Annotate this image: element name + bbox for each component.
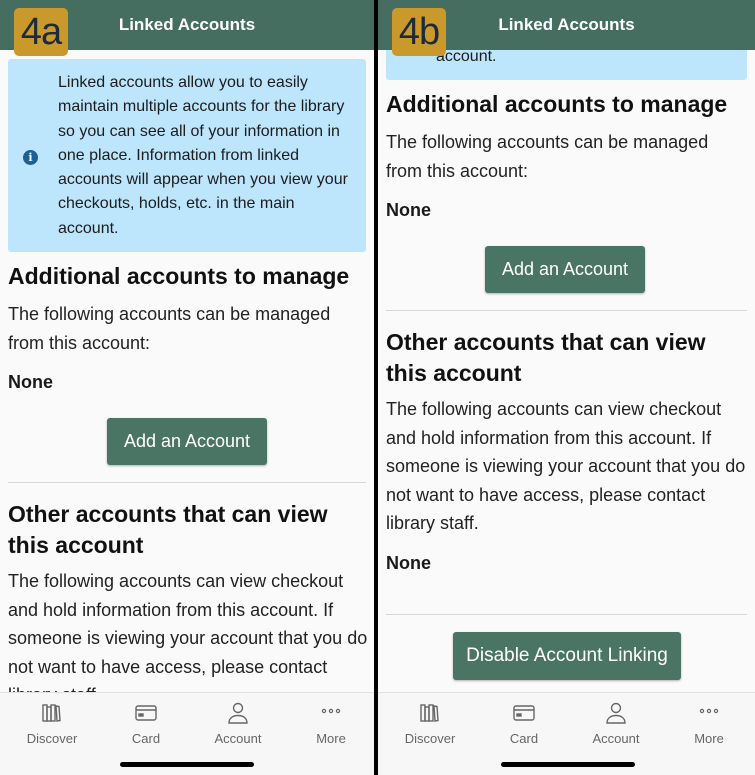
tab-more[interactable]: More — [284, 701, 374, 746]
divider — [8, 482, 366, 483]
person-icon — [606, 702, 626, 724]
ellipsis-icon — [321, 708, 341, 714]
step-badge: 4b — [392, 8, 446, 56]
tab-label: More — [694, 731, 724, 746]
info-text: Linked accounts allow you to easily main… — [58, 74, 348, 237]
books-icon — [420, 704, 439, 722]
tab-bar: Discover Card Account More — [0, 692, 374, 775]
tab-account[interactable]: Account — [569, 701, 663, 746]
scroll-area[interactable]: i Linked accounts allow you to easily ma… — [378, 50, 755, 692]
header-title: Linked Accounts — [118, 15, 256, 34]
screen-4a: 4a Linked Accounts i Linked accounts all… — [0, 0, 374, 775]
tab-label: Card — [509, 731, 539, 746]
tab-card[interactable]: Card — [477, 701, 571, 746]
tab-label: Discover — [404, 731, 456, 746]
manage-value: None — [386, 200, 431, 220]
step-badge: 4a — [14, 8, 68, 56]
viewers-value: None — [386, 553, 431, 573]
scroll-area[interactable]: i Linked accounts allow you to easily ma… — [0, 50, 374, 692]
info-alert: i Linked accounts allow you to easily ma… — [8, 59, 366, 252]
tab-bar: Discover Card Account More — [378, 692, 755, 775]
manage-value: None — [8, 372, 53, 392]
tab-discover[interactable]: Discover — [383, 701, 477, 746]
manage-description: The following accounts can be managed fr… — [8, 304, 331, 353]
add-account-button[interactable]: Add an Account — [107, 418, 267, 465]
divider — [386, 310, 747, 311]
person-icon — [228, 702, 248, 724]
header-title: Linked Accounts — [498, 15, 635, 34]
home-indicator — [501, 762, 635, 767]
info-text: Linked accounts allow you to easily main… — [436, 50, 497, 65]
divider — [386, 614, 747, 615]
home-indicator — [120, 762, 254, 767]
viewers-heading: Other accounts that can view this accoun… — [8, 501, 328, 558]
ellipsis-icon — [699, 708, 719, 714]
manage-description: The following accounts can be managed fr… — [386, 132, 709, 181]
tab-more[interactable]: More — [662, 701, 755, 746]
tab-label: Account — [214, 731, 262, 746]
info-icon: i — [23, 150, 38, 165]
card-icon — [513, 705, 535, 721]
viewers-heading: Other accounts that can view this accoun… — [386, 329, 706, 386]
screen-4b: 4b Linked Accounts i Linked accounts all… — [378, 0, 755, 775]
viewers-description: The following accounts can view checkout… — [386, 399, 746, 533]
manage-heading: Additional accounts to manage — [8, 263, 350, 289]
disable-linking-button[interactable]: Disable Account Linking — [453, 632, 681, 680]
tab-label: Discover — [26, 731, 78, 746]
viewers-description: The following accounts can view checkout… — [8, 571, 368, 692]
manage-heading: Additional accounts to manage — [386, 91, 728, 117]
tab-account[interactable]: Account — [191, 701, 285, 746]
add-account-button[interactable]: Add an Account — [485, 246, 645, 293]
tab-card[interactable]: Card — [99, 701, 193, 746]
tab-label: More — [316, 731, 346, 746]
tab-label: Card — [131, 731, 161, 746]
tab-discover[interactable]: Discover — [5, 701, 99, 746]
books-icon — [42, 704, 61, 722]
card-icon — [135, 705, 157, 721]
tab-label: Account — [592, 731, 640, 746]
